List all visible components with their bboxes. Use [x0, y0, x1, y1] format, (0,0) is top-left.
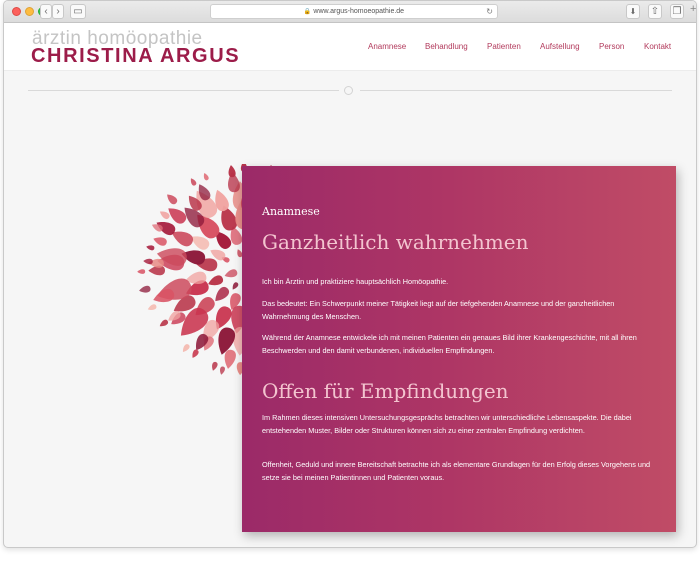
petal [215, 286, 230, 302]
close-window-button[interactable] [12, 7, 21, 16]
petal [208, 275, 224, 286]
paragraph-offenheit: Offenheit, Geduld und innere Bereitschaf… [262, 460, 651, 482]
logo-name[interactable]: CHRISTINA ARGUS [31, 45, 240, 67]
lock-icon: 🔒 [303, 9, 312, 15]
petal [159, 319, 169, 327]
petal [146, 245, 155, 251]
petal [190, 178, 197, 186]
browser-toolbar: ‹ › ▭ 🔒 www.argus-homoeopathie.de ↻ ⬇ ⇧ ❐… [4, 1, 696, 23]
reload-icon[interactable]: ↻ [486, 5, 493, 18]
heading-ganzheitlich: Ganzheitlich wahrnehmen [262, 230, 529, 254]
nav-item-anamnese[interactable]: Anamnese [368, 42, 406, 51]
nav-item-behandlung[interactable]: Behandlung [425, 42, 468, 51]
paragraph-schwerpunkt: Das bedeutet: Ein Schwerpunkt meiner Tät… [262, 299, 615, 321]
section-divider-right [360, 90, 672, 91]
petal [182, 344, 190, 353]
petal [159, 211, 170, 220]
nav-item-kontakt[interactable]: Kontakt [644, 42, 671, 51]
section-divider-circle [344, 86, 353, 95]
nav-item-aufstellung[interactable]: Aufstellung [540, 42, 580, 51]
petal [232, 282, 239, 290]
section-kicker: Anamnese [262, 205, 320, 218]
paragraph-untersuchung: Im Rahmen dieses intensiven Untersuchung… [262, 413, 632, 435]
section-divider-left [28, 90, 339, 91]
petal [203, 173, 209, 181]
paragraph-intro: Ich bin Ärztin und praktiziere hauptsäch… [262, 277, 449, 286]
paragraph-anamnese: Während der Anamnese entwickele ich mit … [262, 333, 637, 355]
heading-offen: Offen für Empfindungen [262, 379, 509, 403]
petal [224, 269, 238, 278]
petal [147, 304, 157, 310]
download-icon[interactable]: ⬇ [626, 4, 640, 19]
minimize-window-button[interactable] [25, 7, 34, 16]
tabs-icon[interactable]: ❐ [670, 4, 684, 19]
petal [143, 258, 153, 265]
petal [192, 349, 199, 358]
share-icon[interactable]: ⇧ [648, 4, 662, 19]
new-tab-icon[interactable]: + [690, 3, 696, 15]
petal [212, 361, 218, 371]
browser-window: ‹ › ▭ 🔒 www.argus-homoeopathie.de ↻ ⬇ ⇧ ❐… [3, 0, 697, 548]
petal [219, 366, 225, 375]
petal [139, 285, 151, 293]
url-text: www.argus-homoeopathie.de [313, 8, 405, 15]
nav-item-patienten[interactable]: Patienten [487, 42, 521, 51]
petal [153, 237, 167, 246]
back-icon[interactable]: ‹ [40, 4, 52, 19]
content-card: Anamnese Ganzheitlich wahrnehmen Ich bin… [242, 166, 676, 532]
petal [228, 165, 236, 178]
petal [167, 194, 178, 205]
address-bar[interactable]: 🔒 www.argus-homoeopathie.de ↻ [210, 4, 498, 19]
forward-icon[interactable]: › [52, 4, 64, 19]
site-header: ärztin homöopathie CHRISTINA ARGUS Anamn… [4, 23, 696, 71]
petal [137, 269, 146, 274]
sidebar-icon[interactable]: ▭ [70, 4, 86, 19]
nav-item-person[interactable]: Person [599, 42, 624, 51]
